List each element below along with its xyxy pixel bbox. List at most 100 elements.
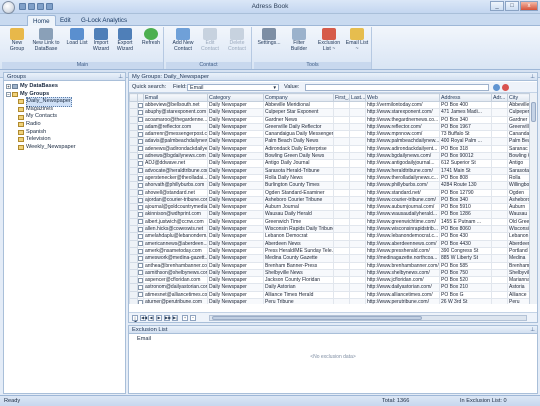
column-header-first-name[interactable]: First_... (333, 93, 350, 102)
row-indicator[interactable] (129, 108, 138, 117)
table-row[interactable]: adnews@bgdailynews.com Daily Newspaper Bow… (129, 152, 537, 161)
table-row[interactable]: albert.justwich@ccnw.com Daily Newspaper G… (129, 217, 537, 227)
row-indicator[interactable] (129, 232, 138, 241)
collapse-icon[interactable]: − (6, 91, 11, 97)
row-checkbox[interactable] (138, 124, 143, 130)
table-row[interactable]: adarrenr@messengerpost.com Daily Newspape… (129, 130, 537, 139)
search-icon[interactable] (493, 84, 500, 91)
row-indicator[interactable] (129, 173, 138, 183)
row-checkbox[interactable] (138, 197, 143, 203)
table-row[interactable]: asmithson@shelbynews.com Daily Newspaper S… (129, 268, 537, 278)
row-checkbox[interactable] (138, 204, 143, 210)
row-checkbox[interactable] (138, 109, 143, 115)
table-row[interactable]: ADJ@ddwave.net Daily Newspaper Antigo Dail… (129, 159, 537, 168)
previous-record-button[interactable]: ◀ (148, 315, 154, 321)
column-header-email[interactable]: Email (143, 93, 208, 102)
new-group-button[interactable]: New Group (6, 28, 28, 52)
table-row[interactable]: americannews@aberdeen... Daily Newspaper A… (129, 239, 537, 248)
table-row[interactable]: adavis@palmbeachdailynews...Daily Newspa… (129, 137, 537, 146)
row-indicator[interactable] (129, 239, 138, 248)
pin-icon[interactable]: ⊥ (530, 326, 535, 334)
tab-home[interactable]: Home (27, 15, 56, 26)
table-row[interactable]: amelahdaplu@lebanondem... Daily Newspaper… (129, 232, 537, 241)
table-row[interactable]: atimesnet@alliancetimes.com Daily Newspap… (129, 290, 537, 300)
column-header-web[interactable]: Web (365, 93, 440, 102)
table-row[interactable]: abbeview@bellsouth.net Daily Newspaper Abb… (129, 100, 537, 110)
row-checkbox[interactable] (138, 226, 143, 232)
app-menu-orb[interactable] (2, 1, 15, 14)
row-indicator[interactable] (129, 290, 138, 300)
row-checkbox[interactable] (138, 139, 143, 145)
exclusion-column-header[interactable]: Email (129, 335, 537, 343)
table-row[interactable]: agerstenecker@theolladai... Daily Newspap… (129, 173, 537, 183)
scrollbar-thumb[interactable] (212, 316, 422, 320)
table-row[interactable]: aspencer@cfloridan.com Daily Newspaper Jac… (129, 276, 537, 285)
value-input[interactable] (305, 84, 489, 91)
table-row[interactable]: ahorvath@phillyburbs.com Daily Newspaper B… (129, 181, 537, 190)
row-checkbox[interactable] (138, 190, 143, 196)
settings-button[interactable]: Settings... (256, 28, 282, 47)
next-record-button[interactable]: ▶ (156, 315, 162, 321)
row-indicator[interactable] (129, 246, 138, 256)
table-row[interactable]: akinnison@wdhprint.com Daily Newspaper Wau… (129, 210, 537, 219)
row-indicator[interactable] (129, 217, 138, 227)
tree-item-spanish[interactable]: Spanish (6, 129, 125, 137)
row-indicator[interactable] (129, 268, 138, 278)
row-indicator[interactable] (129, 297, 138, 304)
delete-record-button[interactable]: − (190, 315, 196, 321)
tree-item-weekly-newspaper[interactable]: Weekly_Newspaper (6, 144, 125, 152)
delete-contact-button[interactable]: Delete Contact (224, 28, 250, 52)
table-row[interactable]: adam@reflector.com Daily Newspaper Greenvi… (129, 122, 537, 132)
row-indicator[interactable] (129, 152, 138, 161)
row-checkbox[interactable] (138, 146, 143, 152)
exclusion-list-button[interactable]: Exclusion List ~ (316, 28, 342, 52)
row-indicator[interactable] (129, 100, 138, 110)
table-row[interactable]: aturner@perutribune.com Daily Newspaper Pe… (129, 297, 537, 304)
vertical-scrollbar[interactable] (529, 93, 537, 304)
row-indicator[interactable] (129, 122, 138, 132)
row-checkbox[interactable] (138, 219, 143, 225)
table-row[interactable]: advocate@heraldtribune.com Daily Newspape… (129, 166, 537, 175)
table-row[interactable]: adenews@adirondackdailyen...Daily Newspa… (129, 144, 537, 154)
tree-item-daily-newspaper[interactable]: Daily_Newspaper (6, 97, 125, 107)
horizontal-scrollbar[interactable] (209, 315, 527, 321)
table-row[interactable]: abuphy@starexponent.com Daily Newspaper Cu… (129, 108, 537, 117)
new-link-button[interactable]: New Link to DataBase (30, 28, 62, 52)
import-wizard-button[interactable]: Import Wizard (90, 28, 112, 52)
table-row[interactable]: acoamaroo@thegardenne... Daily Newspaper G… (129, 115, 537, 124)
row-checkbox[interactable] (138, 117, 143, 123)
maximize-button[interactable]: □ (505, 1, 519, 11)
row-checkbox[interactable] (138, 299, 143, 304)
row-indicator[interactable] (129, 181, 138, 190)
clear-icon[interactable] (502, 84, 509, 91)
row-checkbox[interactable] (138, 285, 143, 291)
row-indicator[interactable] (129, 130, 138, 139)
tree-item-television[interactable]: Television (6, 136, 125, 144)
table-row[interactable]: anthea@brenhambanner.com Daily Newspaper B… (129, 261, 537, 270)
table-row[interactable]: amerk@nsametoday.com Daily Newspaper Press… (129, 246, 537, 256)
row-checkbox[interactable] (138, 168, 143, 174)
row-checkbox[interactable] (138, 248, 143, 254)
tab-edit[interactable]: Edit (55, 15, 76, 26)
previous-page-button[interactable]: ◀◀ (140, 315, 147, 321)
row-indicator[interactable] (129, 210, 138, 219)
row-checkbox[interactable] (138, 277, 143, 283)
row-checkbox[interactable] (138, 212, 143, 218)
undo-icon[interactable] (28, 3, 35, 10)
table-row[interactable]: ajournal@goldcountrymedia... Daily Newspa… (129, 203, 537, 212)
tree-item-magazines[interactable]: Magazines (6, 106, 125, 114)
column-header-category[interactable]: Category (207, 93, 264, 102)
row-checkbox[interactable] (138, 241, 143, 247)
field-select[interactable]: Email ▼ (187, 84, 279, 91)
column-header-address[interactable]: Address (439, 93, 492, 102)
row-checkbox[interactable] (138, 153, 143, 159)
row-indicator[interactable] (129, 225, 138, 234)
pin-icon[interactable]: ⊥ (118, 73, 123, 81)
row-indicator[interactable] (129, 188, 138, 197)
column-header-address2[interactable]: Adr... (491, 93, 508, 102)
row-indicator[interactable] (129, 137, 138, 146)
add-record-button[interactable]: + (182, 315, 188, 321)
row-checkbox[interactable] (138, 161, 143, 167)
scrollbar-thumb[interactable] (531, 102, 536, 122)
row-indicator[interactable] (129, 203, 138, 212)
